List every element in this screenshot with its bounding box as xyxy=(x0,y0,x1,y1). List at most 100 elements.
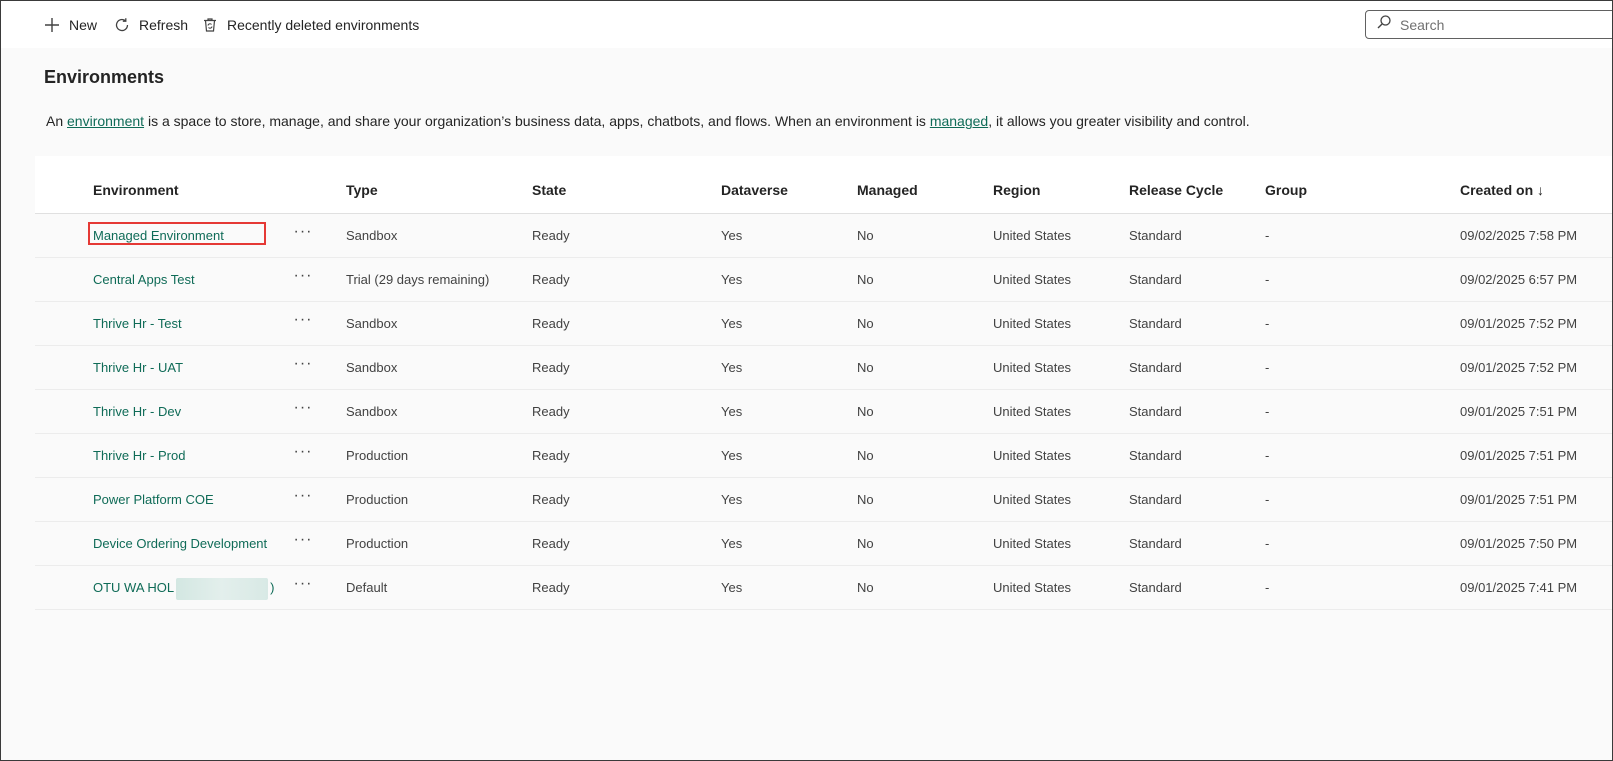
cell-region: United States xyxy=(993,580,1072,595)
cell-release-cycle: Standard xyxy=(1129,536,1182,551)
cell-type: Production xyxy=(346,448,409,463)
table-row[interactable]: Power Platform COE ··· Production Ready Yes N… xyxy=(35,478,1612,522)
page-title: Environments xyxy=(44,67,165,87)
more-options-icon[interactable]: ··· xyxy=(291,258,315,298)
recently-deleted-button[interactable]: Recently deleted environments xyxy=(201,1,419,48)
cell-group: - xyxy=(1265,316,1270,331)
cell-region: United States xyxy=(993,360,1072,375)
cell-state: Ready xyxy=(532,536,570,551)
cell-state: Ready xyxy=(532,272,570,287)
environment-name-link[interactable]: Central Apps Test xyxy=(93,258,195,301)
more-options-icon[interactable]: ··· xyxy=(291,214,315,254)
column-header-dataverse[interactable]: Dataverse xyxy=(721,156,788,213)
table-row[interactable]: Thrive Hr - Prod ··· Production Ready Yes No U… xyxy=(35,434,1612,478)
cell-release-cycle: Standard xyxy=(1129,448,1182,463)
environment-name-link[interactable]: OTU WA HOL) xyxy=(93,566,274,609)
cell-managed: No xyxy=(857,228,874,243)
cell-dataverse: Yes xyxy=(721,272,743,287)
cell-created-on: 09/02/2025 6:57 PM xyxy=(1460,272,1578,287)
environment-name-link[interactable]: Thrive Hr - UAT xyxy=(93,346,183,389)
recycle-bin-icon xyxy=(201,16,219,34)
description-middle: is a space to store, manage, and share y… xyxy=(144,113,930,129)
refresh-button-label: Refresh xyxy=(139,16,189,33)
cell-group: - xyxy=(1265,536,1270,551)
column-header-state[interactable]: State xyxy=(532,156,566,213)
table-row[interactable]: Thrive Hr - Test ··· Sandbox Ready Yes No Unit… xyxy=(35,302,1612,346)
cell-created-on: 09/01/2025 7:52 PM xyxy=(1460,316,1578,331)
environment-name-link[interactable]: Thrive Hr - Prod xyxy=(93,434,185,477)
cell-type: Production xyxy=(346,492,409,507)
more-options-icon[interactable]: ··· xyxy=(291,434,315,474)
new-button[interactable]: New xyxy=(43,1,97,48)
environment-name-link[interactable]: Device Ordering Development xyxy=(93,522,267,565)
cell-dataverse: Yes xyxy=(721,316,743,331)
cell-type: Trial (29 days remaining) xyxy=(346,272,490,287)
cell-dataverse: Yes xyxy=(721,536,743,551)
search-input[interactable] xyxy=(1398,15,1602,34)
cell-type: Sandbox xyxy=(346,360,398,375)
cell-release-cycle: Standard xyxy=(1129,316,1182,331)
cell-managed: No xyxy=(857,272,874,287)
column-header-type[interactable]: Type xyxy=(346,156,378,213)
cell-dataverse: Yes xyxy=(721,448,743,463)
cell-dataverse: Yes xyxy=(721,492,743,507)
cell-created-on: 09/01/2025 7:51 PM xyxy=(1460,492,1578,507)
cell-group: - xyxy=(1265,492,1270,507)
column-header-environment[interactable]: Environment xyxy=(93,156,179,213)
environment-name-link[interactable]: Power Platform COE xyxy=(93,478,214,521)
search-box[interactable] xyxy=(1365,10,1612,39)
cell-created-on: 09/01/2025 7:52 PM xyxy=(1460,360,1578,375)
cell-state: Ready xyxy=(532,580,570,595)
more-options-icon[interactable]: ··· xyxy=(291,346,315,386)
refresh-icon xyxy=(113,16,131,34)
cell-state: Ready xyxy=(532,316,570,331)
table-row[interactable]: Device Ordering Development ··· Production… xyxy=(35,522,1612,566)
table-header: Environment Type State Dataverse Managed… xyxy=(35,156,1612,214)
cell-type: Production xyxy=(346,536,409,551)
column-header-created-on[interactable]: Created on ↓ xyxy=(1460,156,1544,213)
table-body: Managed Environment ··· Sandbox Ready Yes No U… xyxy=(35,214,1612,610)
cell-region: United States xyxy=(993,228,1072,243)
cell-region: United States xyxy=(993,492,1072,507)
table-row[interactable]: Thrive Hr - Dev ··· Sandbox Ready Yes No Unite… xyxy=(35,390,1612,434)
environment-name: Thrive Hr - Dev xyxy=(93,404,182,419)
environment-name: Device Ordering Development xyxy=(93,536,268,551)
more-options-icon[interactable]: ··· xyxy=(291,302,315,342)
environments-table: Environment Type State Dataverse Managed… xyxy=(35,156,1612,610)
table-row[interactable]: Central Apps Test ··· Trial (29 days remai… xyxy=(35,258,1612,302)
more-options-icon[interactable]: ··· xyxy=(291,478,315,518)
cell-group: - xyxy=(1265,448,1270,463)
cell-region: United States xyxy=(993,536,1072,551)
plus-icon xyxy=(43,16,61,34)
new-button-label: New xyxy=(69,16,98,33)
cell-created-on: 09/01/2025 7:51 PM xyxy=(1460,448,1578,463)
table-row[interactable]: Managed Environment ··· Sandbox Ready Yes No U… xyxy=(35,214,1612,258)
command-bar: New Refresh Recently deleted environment… xyxy=(1,1,1612,48)
cell-managed: No xyxy=(857,492,874,507)
cell-release-cycle: Standard xyxy=(1129,404,1182,419)
cell-created-on: 09/02/2025 7:58 PM xyxy=(1460,228,1578,243)
table-row[interactable]: Thrive Hr - UAT ··· Sandbox Ready Yes No Unite… xyxy=(35,346,1612,390)
table-row[interactable]: OTU WA HOL) ··· Default Ready Yes No United St… xyxy=(35,566,1612,610)
cell-managed: No xyxy=(857,580,874,595)
highlight-box xyxy=(88,222,266,245)
environment-name: Thrive Hr - Test xyxy=(93,316,182,331)
environment-name: Power Platform COE xyxy=(93,492,214,507)
cell-state: Ready xyxy=(532,448,570,463)
cell-region: United States xyxy=(993,272,1072,287)
environment-link[interactable]: environment xyxy=(67,113,144,129)
column-header-region[interactable]: Region xyxy=(993,156,1040,213)
more-options-icon[interactable]: ··· xyxy=(291,522,315,562)
more-options-icon[interactable]: ··· xyxy=(291,566,315,606)
environment-name-link[interactable]: Thrive Hr - Dev xyxy=(93,390,181,433)
cell-managed: No xyxy=(857,316,874,331)
more-options-icon[interactable]: ··· xyxy=(291,390,315,430)
cell-state: Ready xyxy=(532,228,570,243)
column-header-managed[interactable]: Managed xyxy=(857,156,918,213)
managed-link[interactable]: managed xyxy=(930,113,988,129)
environment-name-link[interactable]: Thrive Hr - Test xyxy=(93,302,182,345)
cell-state: Ready xyxy=(532,404,570,419)
column-header-group[interactable]: Group xyxy=(1265,156,1307,213)
refresh-button[interactable]: Refresh xyxy=(113,1,188,48)
column-header-release-cycle[interactable]: Release Cycle xyxy=(1129,156,1223,213)
